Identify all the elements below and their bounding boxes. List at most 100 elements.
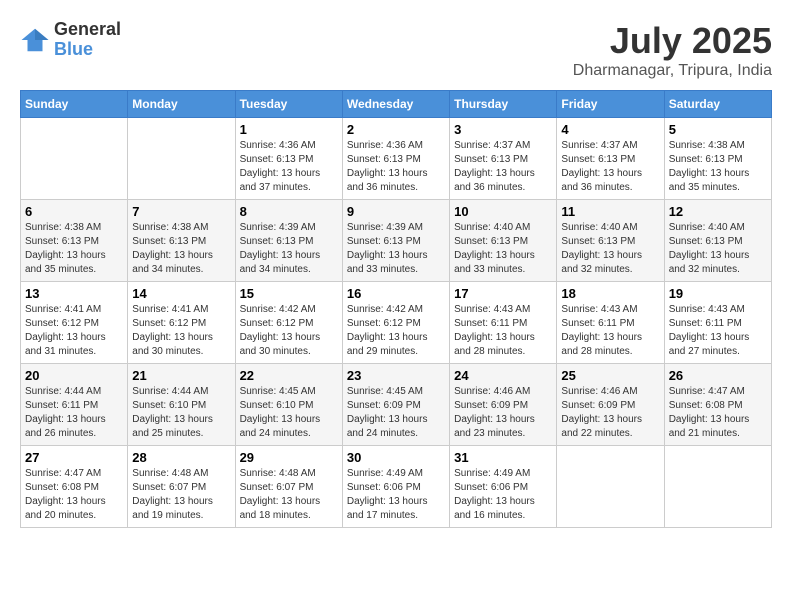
day-number: 10	[454, 204, 552, 219]
day-number: 23	[347, 368, 445, 383]
page-header: General Blue July 2025 Dharmanagar, Trip…	[20, 20, 772, 80]
calendar-cell: 5 Sunrise: 4:38 AMSunset: 6:13 PMDaylight…	[664, 118, 771, 200]
calendar-cell: 4 Sunrise: 4:37 AMSunset: 6:13 PMDaylight…	[557, 118, 664, 200]
day-number: 8	[240, 204, 338, 219]
calendar-cell: 6 Sunrise: 4:38 AMSunset: 6:13 PMDaylight…	[21, 200, 128, 282]
day-detail: Sunrise: 4:45 AMSunset: 6:09 PMDaylight:…	[347, 385, 445, 441]
day-detail: Sunrise: 4:38 AMSunset: 6:13 PMDaylight:…	[25, 221, 123, 277]
day-detail: Sunrise: 4:36 AMSunset: 6:13 PMDaylight:…	[347, 139, 445, 195]
calendar-cell: 19 Sunrise: 4:43 AMSunset: 6:11 PMDayligh…	[664, 282, 771, 364]
calendar-cell: 3 Sunrise: 4:37 AMSunset: 6:13 PMDaylight…	[450, 118, 557, 200]
week-row-3: 13 Sunrise: 4:41 AMSunset: 6:12 PMDayligh…	[21, 282, 772, 364]
day-header-monday: Monday	[128, 91, 235, 118]
day-detail: Sunrise: 4:37 AMSunset: 6:13 PMDaylight:…	[561, 139, 659, 195]
day-detail: Sunrise: 4:38 AMSunset: 6:13 PMDaylight:…	[132, 221, 230, 277]
day-detail: Sunrise: 4:44 AMSunset: 6:11 PMDaylight:…	[25, 385, 123, 441]
day-number: 9	[347, 204, 445, 219]
day-detail: Sunrise: 4:37 AMSunset: 6:13 PMDaylight:…	[454, 139, 552, 195]
day-number: 20	[25, 368, 123, 383]
calendar-cell: 27 Sunrise: 4:47 AMSunset: 6:08 PMDayligh…	[21, 446, 128, 528]
day-number: 5	[669, 122, 767, 137]
day-detail: Sunrise: 4:41 AMSunset: 6:12 PMDaylight:…	[25, 303, 123, 359]
logo-blue-text: Blue	[54, 40, 121, 60]
day-detail: Sunrise: 4:43 AMSunset: 6:11 PMDaylight:…	[669, 303, 767, 359]
day-detail: Sunrise: 4:40 AMSunset: 6:13 PMDaylight:…	[669, 221, 767, 277]
calendar-cell: 22Sunrise: 4:45 AMSunset: 6:10 PMDayligh…	[235, 364, 342, 446]
day-detail: Sunrise: 4:38 AMSunset: 6:13 PMDaylight:…	[669, 139, 767, 195]
day-detail: Sunrise: 4:40 AMSunset: 6:13 PMDaylight:…	[454, 221, 552, 277]
calendar-cell: 29 Sunrise: 4:48 AMSunset: 6:07 PMDayligh…	[235, 446, 342, 528]
day-number: 25	[561, 368, 659, 383]
day-number: 18	[561, 286, 659, 301]
day-detail: Sunrise: 4:43 AMSunset: 6:11 PMDaylight:…	[561, 303, 659, 359]
day-detail: Sunrise: 4:47 AMSunset: 6:08 PMDaylight:…	[25, 467, 123, 523]
day-number: 21	[132, 368, 230, 383]
day-detail: Sunrise: 4:43 AMSunset: 6:11 PMDaylight:…	[454, 303, 552, 359]
calendar-cell: 31Sunrise: 4:49 AMSunset: 6:06 PMDayligh…	[450, 446, 557, 528]
calendar-cell: 11Sunrise: 4:40 AMSunset: 6:13 PMDayligh…	[557, 200, 664, 282]
calendar-cell: 24Sunrise: 4:46 AMSunset: 6:09 PMDayligh…	[450, 364, 557, 446]
week-row-4: 20 Sunrise: 4:44 AMSunset: 6:11 PMDayligh…	[21, 364, 772, 446]
logo-icon	[20, 25, 50, 55]
calendar-cell	[557, 446, 664, 528]
day-number: 27	[25, 450, 123, 465]
logo-general-text: General	[54, 20, 121, 40]
day-number: 3	[454, 122, 552, 137]
calendar-cell: 15 Sunrise: 4:42 AMSunset: 6:12 PMDayligh…	[235, 282, 342, 364]
calendar-cell	[664, 446, 771, 528]
calendar-table: SundayMondayTuesdayWednesdayThursdayFrid…	[20, 90, 772, 528]
calendar-cell: 18 Sunrise: 4:43 AMSunset: 6:11 PMDayligh…	[557, 282, 664, 364]
day-number: 17	[454, 286, 552, 301]
day-number: 1	[240, 122, 338, 137]
day-number: 7	[132, 204, 230, 219]
day-number: 6	[25, 204, 123, 219]
calendar-cell: 17 Sunrise: 4:43 AMSunset: 6:11 PMDayligh…	[450, 282, 557, 364]
day-detail: Sunrise: 4:39 AMSunset: 6:13 PMDaylight:…	[347, 221, 445, 277]
day-header-tuesday: Tuesday	[235, 91, 342, 118]
calendar-cell: 2 Sunrise: 4:36 AMSunset: 6:13 PMDaylight…	[342, 118, 449, 200]
day-number: 11	[561, 204, 659, 219]
logo: General Blue	[20, 20, 121, 60]
day-detail: Sunrise: 4:42 AMSunset: 6:12 PMDaylight:…	[240, 303, 338, 359]
day-header-sunday: Sunday	[21, 91, 128, 118]
day-detail: Sunrise: 4:47 AMSunset: 6:08 PMDaylight:…	[669, 385, 767, 441]
day-header-saturday: Saturday	[664, 91, 771, 118]
day-detail: Sunrise: 4:49 AMSunset: 6:06 PMDaylight:…	[347, 467, 445, 523]
calendar-cell: 16Sunrise: 4:42 AMSunset: 6:12 PMDayligh…	[342, 282, 449, 364]
day-number: 24	[454, 368, 552, 383]
day-detail: Sunrise: 4:36 AMSunset: 6:13 PMDaylight:…	[240, 139, 338, 195]
logo-text: General Blue	[54, 20, 121, 60]
calendar-cell: 21Sunrise: 4:44 AMSunset: 6:10 PMDayligh…	[128, 364, 235, 446]
day-number: 2	[347, 122, 445, 137]
day-detail: Sunrise: 4:45 AMSunset: 6:10 PMDaylight:…	[240, 385, 338, 441]
calendar-cell: 10 Sunrise: 4:40 AMSunset: 6:13 PMDayligh…	[450, 200, 557, 282]
calendar-cell: 20 Sunrise: 4:44 AMSunset: 6:11 PMDayligh…	[21, 364, 128, 446]
day-number: 29	[240, 450, 338, 465]
calendar-header: SundayMondayTuesdayWednesdayThursdayFrid…	[21, 91, 772, 118]
calendar-cell: 8 Sunrise: 4:39 AMSunset: 6:13 PMDaylight…	[235, 200, 342, 282]
location: Dharmanagar, Tripura, India	[573, 62, 772, 80]
day-detail: Sunrise: 4:49 AMSunset: 6:06 PMDaylight:…	[454, 467, 552, 523]
day-number: 14	[132, 286, 230, 301]
calendar-cell: 9 Sunrise: 4:39 AMSunset: 6:13 PMDaylight…	[342, 200, 449, 282]
day-number: 4	[561, 122, 659, 137]
day-number: 26	[669, 368, 767, 383]
calendar-cell: 23 Sunrise: 4:45 AMSunset: 6:09 PMDayligh…	[342, 364, 449, 446]
day-detail: Sunrise: 4:48 AMSunset: 6:07 PMDaylight:…	[240, 467, 338, 523]
day-number: 15	[240, 286, 338, 301]
week-row-1: 1 Sunrise: 4:36 AMSunset: 6:13 PMDaylight…	[21, 118, 772, 200]
calendar-cell: 12Sunrise: 4:40 AMSunset: 6:13 PMDayligh…	[664, 200, 771, 282]
day-header-wednesday: Wednesday	[342, 91, 449, 118]
day-number: 19	[669, 286, 767, 301]
day-header-friday: Friday	[557, 91, 664, 118]
day-detail: Sunrise: 4:39 AMSunset: 6:13 PMDaylight:…	[240, 221, 338, 277]
day-number: 30	[347, 450, 445, 465]
day-detail: Sunrise: 4:48 AMSunset: 6:07 PMDaylight:…	[132, 467, 230, 523]
week-row-2: 6 Sunrise: 4:38 AMSunset: 6:13 PMDaylight…	[21, 200, 772, 282]
calendar-cell: 26 Sunrise: 4:47 AMSunset: 6:08 PMDayligh…	[664, 364, 771, 446]
days-of-week-row: SundayMondayTuesdayWednesdayThursdayFrid…	[21, 91, 772, 118]
calendar-cell	[21, 118, 128, 200]
day-number: 16	[347, 286, 445, 301]
calendar-cell: 13 Sunrise: 4:41 AMSunset: 6:12 PMDayligh…	[21, 282, 128, 364]
day-number: 13	[25, 286, 123, 301]
